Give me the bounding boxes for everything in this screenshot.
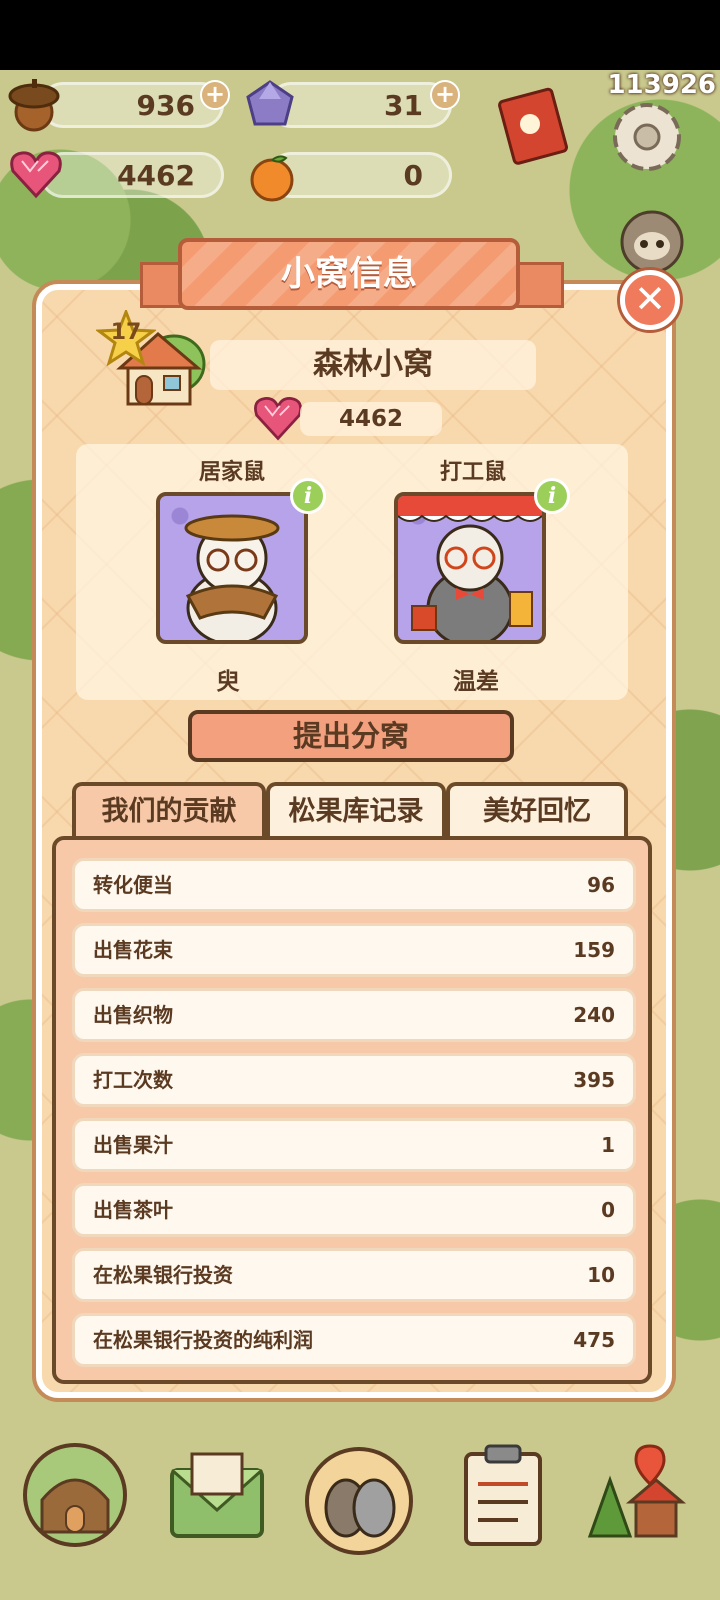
stat-value: 159 [573,938,615,962]
stat-value: 475 [573,1328,615,1352]
stat-value: 0 [601,1198,615,1222]
stat-label: 打工次数 [93,1068,173,1092]
nav-map-icon[interactable] [580,1440,690,1550]
acorn-icon [6,76,62,132]
stat-label: 出售茶叶 [93,1198,173,1222]
stat-label: 在松果银行投资的纯利润 [93,1328,313,1352]
stat-value: 240 [573,1003,615,1027]
acorn-count: 936 [136,88,195,122]
member-role-1: 居家鼠 [198,460,265,485]
member-name-1: 臾 [216,669,240,695]
acorn-counter: 936 [40,82,224,128]
heart-gem-icon [8,146,64,202]
split-house-button[interactable]: 提出分窝 [188,710,514,762]
gem-icon [242,76,298,132]
nav-birds-icon[interactable] [304,1446,414,1556]
member-name-2: 温差 [453,669,499,695]
stat-label: 出售织物 [93,1003,173,1027]
nav-mail-icon[interactable] [162,1440,272,1550]
gem-count: 31 [384,88,423,122]
house-level: 17 [110,320,142,345]
orange-icon [244,148,300,204]
stat-label: 转化便当 [93,873,173,897]
house-name: 森林小窝 [210,340,536,390]
nav-home-icon[interactable] [20,1440,130,1550]
tab-memories[interactable]: 美好回忆 [446,782,628,838]
house-hearts: 4462 [300,402,442,436]
member-role-2: 打工鼠 [439,460,506,485]
stat-label: 出售果汁 [93,1133,173,1157]
member-info-icon-2[interactable]: i [534,478,570,514]
orange-count: 0 [403,158,423,192]
sloth-icon[interactable] [612,200,692,280]
list-item: 出售果汁 1 [72,1118,636,1172]
stat-label: 出售花束 [93,938,173,962]
contribution-list: 转化便当 96 出售花束 159 出售织物 240 打工次数 395 出售果汁 … [52,836,652,1384]
list-item: 转化便当 96 [72,858,636,912]
member-info-icon-1[interactable]: i [290,478,326,514]
stat-value: 1 [601,1133,615,1157]
close-button[interactable]: ✕ [620,270,680,330]
list-item: 在松果银行投资 10 [72,1248,636,1302]
member-portrait-2[interactable] [394,492,546,644]
panel-title: 小窝信息 [178,238,520,310]
heart-gem-icon [252,394,304,442]
book-icon[interactable] [494,86,574,166]
list-item: 打工次数 395 [72,1053,636,1107]
gear-icon[interactable] [604,94,690,180]
stat-value: 96 [587,873,615,897]
list-item: 在松果银行投资的纯利润 475 [72,1313,636,1367]
heart-counter: 4462 [40,152,224,198]
nav-clipboard-icon[interactable] [448,1440,558,1550]
stat-value: 10 [587,1263,615,1287]
tab-pinecone-records[interactable]: 松果库记录 [266,782,446,838]
member-portrait-1[interactable] [156,492,308,644]
list-item: 出售花束 159 [72,923,636,977]
heart-count: 4462 [117,158,195,192]
add-gem-button[interactable]: + [430,80,460,110]
tab-contribution[interactable]: 我们的贡献 [72,782,266,838]
stat-value: 395 [573,1068,615,1092]
stat-label: 在松果银行投资 [93,1263,233,1287]
list-item: 出售茶叶 0 [72,1183,636,1237]
list-item: 出售织物 240 [72,988,636,1042]
add-acorn-button[interactable]: + [200,80,230,110]
status-bar [0,0,720,70]
